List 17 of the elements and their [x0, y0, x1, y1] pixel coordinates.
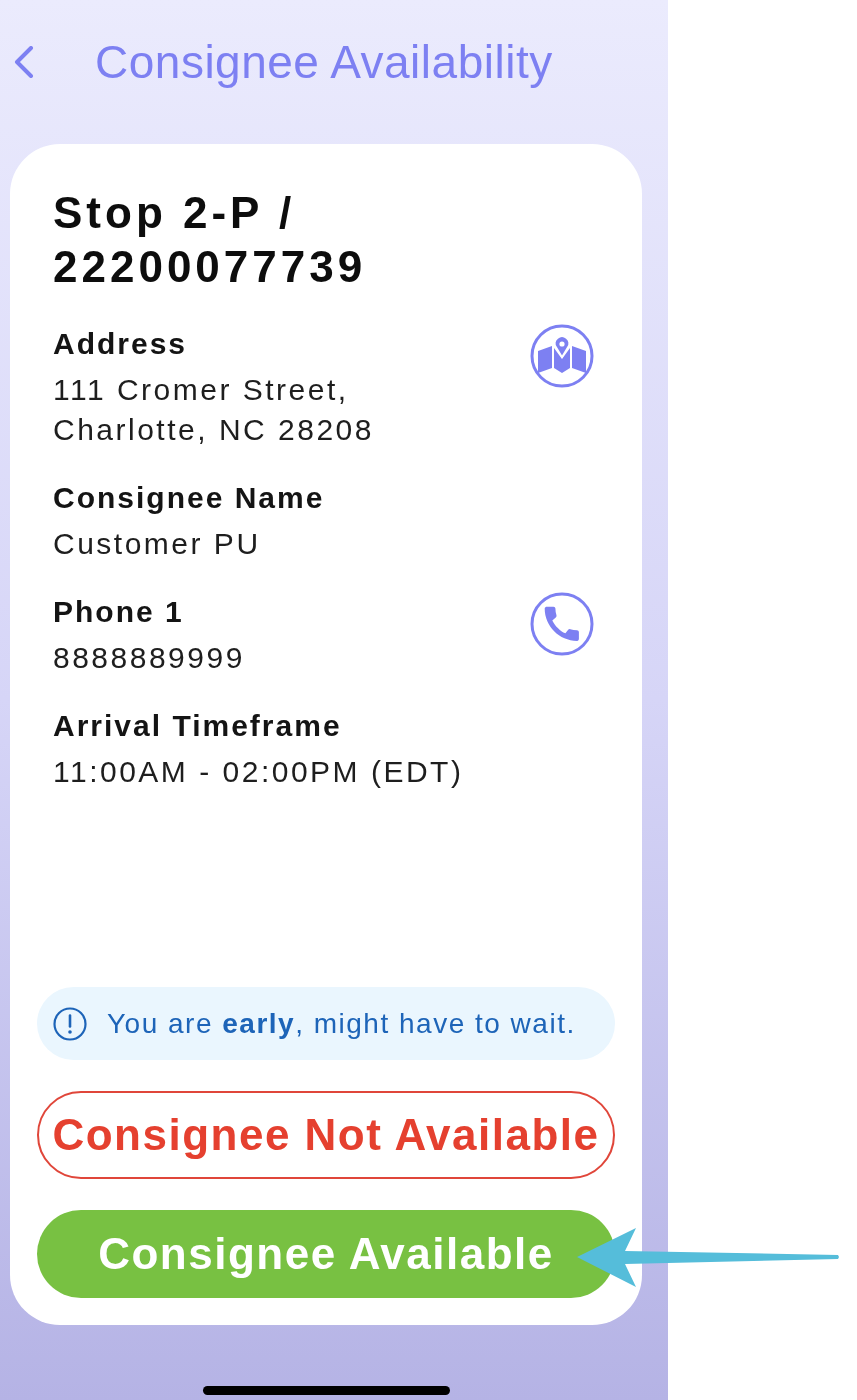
- field-value: 8888889999: [53, 640, 245, 676]
- field-label: Arrival Timeframe: [53, 708, 343, 744]
- map-icon[interactable]: [530, 324, 594, 388]
- field-label: Phone 1: [53, 594, 185, 630]
- back-icon[interactable]: [14, 46, 34, 78]
- field-label: Consignee Name: [53, 480, 325, 516]
- phone-icon[interactable]: [530, 592, 594, 656]
- field-label: Address: [53, 326, 189, 362]
- stop-title: Stop 2-P / 22200077739: [53, 187, 368, 293]
- field-value: 11:00AM - 02:00PM (EDT): [53, 754, 464, 790]
- page-title: Consignee Availability: [95, 35, 553, 90]
- available-button[interactable]: Consignee Available: [37, 1210, 615, 1298]
- info-icon: [53, 1006, 87, 1041]
- field-value: Customer PU: [53, 526, 262, 562]
- not-available-button[interactable]: Consignee Not Available: [37, 1091, 615, 1179]
- notice-text: You are early, might have to wait.: [107, 1006, 576, 1041]
- field-value: 111 Cromer Street, Charlotte, NC 28208: [53, 372, 375, 448]
